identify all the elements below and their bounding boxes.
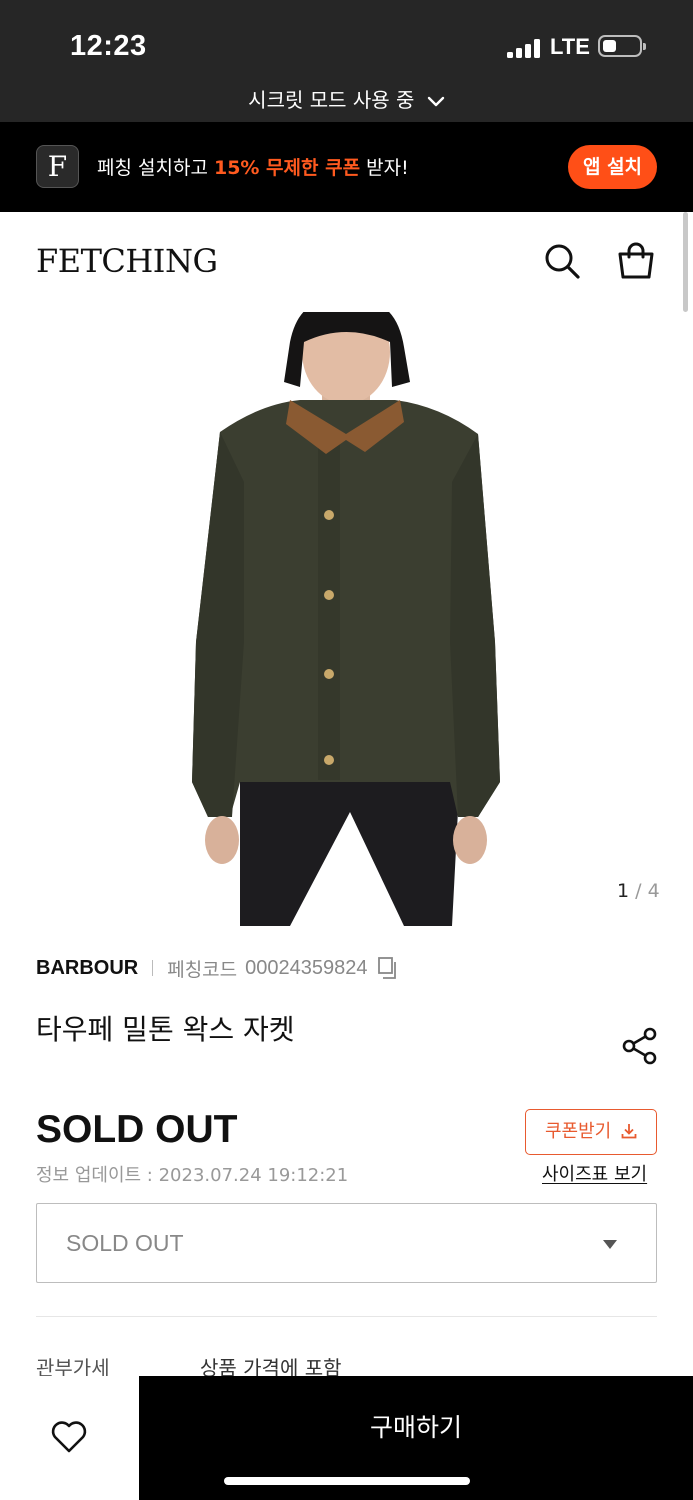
site-logo[interactable]: FETCHING — [36, 242, 218, 280]
site-header: FETCHING — [0, 212, 693, 312]
product-title: 타우페 밀톤 왁스 자켓 — [36, 1013, 295, 1046]
price-status: SOLD OUT — [36, 1108, 238, 1151]
image-counter-total: 4 — [647, 880, 660, 902]
copy-icon[interactable] — [377, 957, 398, 979]
dropdown-arrow-icon — [603, 1240, 617, 1249]
banner-text-after: 받자! — [360, 157, 409, 179]
fetching-code-label: 페칭코드 — [167, 958, 238, 981]
secret-mode-indicator[interactable]: 시크릿 모드 사용 중 — [0, 84, 693, 113]
home-indicator[interactable] — [224, 1477, 470, 1485]
size-chart-link[interactable]: 사이즈표 보기 — [542, 1160, 647, 1186]
secret-mode-label: 시크릿 모드 사용 중 — [248, 88, 415, 112]
coupon-label: 쿠폰받기 — [545, 1121, 612, 1142]
image-counter-separator: / — [635, 880, 642, 902]
chevron-down-icon — [427, 96, 445, 106]
shopping-bag-icon[interactable] — [616, 240, 656, 280]
divider — [152, 960, 154, 976]
app-logo: F — [36, 145, 79, 188]
network-label: LTE — [550, 34, 590, 59]
status-time: 12:23 — [70, 30, 147, 62]
banner-text-before: 페칭 설치하고 — [97, 157, 214, 179]
wishlist-button[interactable] — [0, 1376, 139, 1500]
share-icon[interactable] — [621, 1027, 659, 1065]
brand-name[interactable]: BARBOUR — [36, 957, 138, 980]
app-install-banner: F 페칭 설치하고 15% 무제한 쿠폰 받자! 앱 설치 — [0, 122, 693, 212]
page-scrollbar[interactable] — [683, 212, 688, 312]
battery-icon — [598, 35, 646, 57]
download-icon — [621, 1124, 637, 1139]
brand-row: BARBOUR 페칭코드 00024359824 — [36, 956, 398, 981]
install-app-button[interactable]: 앱 설치 — [568, 145, 657, 189]
get-coupon-button[interactable]: 쿠폰받기 — [525, 1109, 657, 1155]
image-counter-current: 1 — [617, 880, 630, 902]
banner-text: 페칭 설치하고 15% 무제한 쿠폰 받자! — [97, 153, 409, 180]
buy-label: 구매하기 — [369, 1413, 462, 1442]
fetching-code-value: 00024359824 — [245, 956, 368, 979]
banner-text-highlight: 15% 무제한 쿠폰 — [213, 157, 361, 179]
product-image[interactable] — [0, 312, 693, 926]
section-divider — [36, 1316, 657, 1317]
option-selected-value: SOLD OUT — [66, 1230, 184, 1256]
search-icon[interactable] — [543, 242, 581, 280]
jacket-photo — [0, 312, 693, 926]
image-counter: 1 / 4 — [617, 880, 660, 902]
status-bar: 12:23 LTE 시크릿 모드 사용 중 — [0, 0, 693, 122]
info-updated-timestamp: 정보 업데이트 : 2023.07.24 19:12:21 — [36, 1165, 349, 1186]
signal-icon — [507, 38, 543, 58]
option-select[interactable]: SOLD OUT — [36, 1203, 657, 1283]
heart-icon — [51, 1421, 87, 1453]
